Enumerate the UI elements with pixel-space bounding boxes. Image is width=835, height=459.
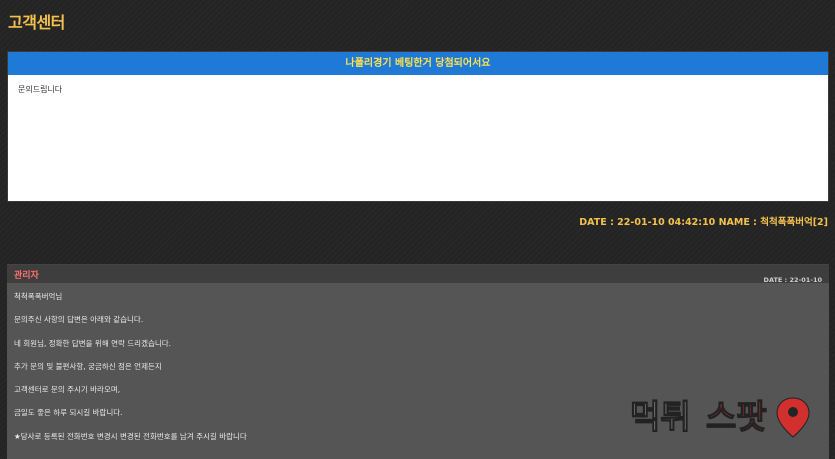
watermark-text-right: 스팟 [706, 397, 767, 436]
page-title: 고객센터 [8, 13, 65, 32]
reply-line: ★당사로 등록된 전화번호 변경시 변경된 전화번호를 남겨 주시길 바랍니다 [14, 431, 247, 441]
inquiry-box: 나폴리경기 베팅한거 당첨되어서요 문의드립니다 [7, 51, 829, 202]
reply-line: 금일도 좋은 하루 되시길 바랍니다. [14, 408, 123, 418]
reply-line: 문의주신 사항의 답변은 아래와 같습니다. [14, 315, 144, 325]
watermark-logo: 먹튀 스팟 [630, 396, 810, 438]
reply-body: 척척폭폭버억님 문의주신 사항의 답변은 아래와 같습니다. 네 회원님, 정확… [14, 292, 247, 455]
inquiry-content: 문의드립니다 [18, 85, 63, 94]
location-pin-icon [776, 397, 810, 438]
reply-line: 척척폭폭버억님 [14, 292, 63, 301]
reply-date: DATE : 22-01-10 [763, 276, 822, 284]
reply-header: 관리자 DATE : 22-01-10 [7, 265, 829, 284]
reply-author: 관리자 [14, 271, 39, 281]
inquiry-subject: 나폴리경기 베팅한거 당첨되어서요 [8, 52, 828, 75]
watermark-text-left: 먹튀 [630, 397, 691, 436]
reply-line: 추가 문의 및 불편사항, 궁금하신 점은 언제든지 [14, 361, 162, 371]
reply-line: 고객센터로 문의 주시기 바라오며, [14, 385, 121, 395]
inquiry-meta: DATE : 22-01-10 04:42:10 NAME : 척척폭폭버억[2… [579, 217, 828, 228]
reply-line: 네 회원님, 정확한 답변을 위해 연락 드리겠습니다. [14, 338, 172, 348]
